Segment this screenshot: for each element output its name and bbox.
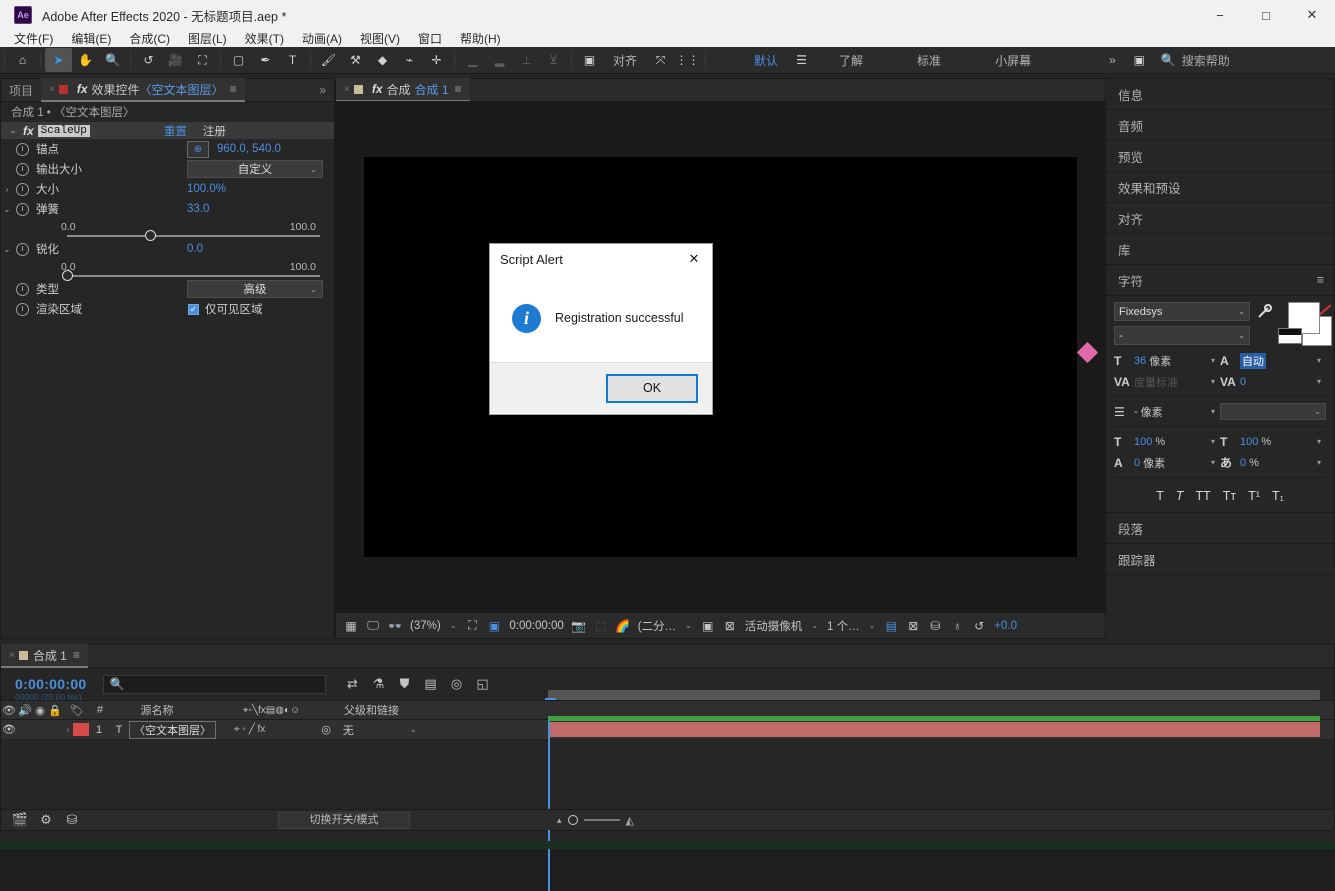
dialog-title: Script Alert (500, 251, 563, 267)
ok-button[interactable]: OK (606, 373, 698, 403)
dialog-body: i Registration successful (490, 274, 712, 362)
close-icon[interactable]: ✕ (682, 251, 706, 267)
after-effects-window: Ae Adobe After Effects 2020 - 无标题项目.aep … (0, 0, 1335, 891)
script-alert-dialog: Script Alert ✕ i Registration successful… (489, 243, 713, 415)
dialog-title-bar: Script Alert ✕ (490, 244, 712, 274)
modal-overlay: Script Alert ✕ i Registration successful… (0, 0, 1335, 849)
dialog-message: Registration successful (555, 311, 684, 325)
info-icon: i (512, 303, 541, 333)
dialog-footer: OK (490, 362, 712, 413)
